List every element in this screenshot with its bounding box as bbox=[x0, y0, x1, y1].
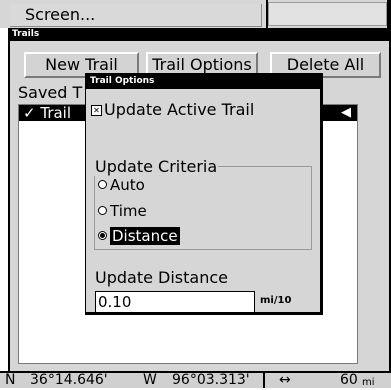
radio-time[interactable]: Time bbox=[98, 201, 147, 221]
distance-unit-label: mi/10 bbox=[260, 295, 292, 306]
status-divider bbox=[263, 373, 265, 388]
trail-name: Trail bbox=[40, 104, 72, 122]
active-arrow-icon: ◀ bbox=[341, 105, 351, 120]
radio-auto-label: Auto bbox=[110, 176, 145, 194]
status-bar: N 36°14.646' W 96°03.313' ↔ 60 mi bbox=[0, 371, 391, 388]
update-distance-label: Update Distance bbox=[95, 268, 228, 287]
update-active-trail-label: Update Active Trail bbox=[104, 100, 255, 119]
longitude-value: 96°03.313' bbox=[172, 372, 250, 388]
lat-hemisphere: N bbox=[5, 372, 16, 388]
radio-on-icon bbox=[98, 231, 107, 240]
radio-time-label: Time bbox=[110, 202, 147, 220]
check-icon: ✓ bbox=[23, 104, 36, 122]
update-distance-input[interactable]: 0.10 bbox=[95, 291, 255, 313]
lon-hemisphere: W bbox=[143, 372, 157, 388]
zoom-value: 60 bbox=[340, 372, 358, 388]
radio-distance[interactable]: Distance bbox=[98, 226, 180, 246]
menu-empty-slot bbox=[268, 2, 387, 26]
latitude-value: 36°14.646' bbox=[30, 372, 108, 388]
radio-distance-label: Distance bbox=[110, 227, 180, 245]
top-menu-bar: Screen... bbox=[0, 0, 391, 28]
update-active-trail-checkbox[interactable]: ✕ Update Active Trail bbox=[91, 100, 254, 119]
update-criteria-legend: Update Criteria bbox=[94, 157, 219, 176]
saved-trails-label: Saved T bbox=[18, 83, 83, 102]
radio-off-icon bbox=[98, 206, 107, 215]
radio-auto[interactable]: Auto bbox=[98, 175, 145, 195]
checkbox-checked-icon: ✕ bbox=[91, 105, 102, 116]
radio-off-icon bbox=[98, 180, 107, 189]
zoom-range-icon: ↔ bbox=[279, 372, 291, 388]
window-edge bbox=[387, 0, 391, 28]
screen-menu-button[interactable]: Screen... bbox=[10, 4, 262, 27]
dialog-title: Trail Options bbox=[86, 74, 320, 89]
trails-window-title: Trails bbox=[8, 28, 391, 41]
trail-options-dialog: Trail Options ✕ Update Active Trail Updat… bbox=[85, 73, 323, 315]
